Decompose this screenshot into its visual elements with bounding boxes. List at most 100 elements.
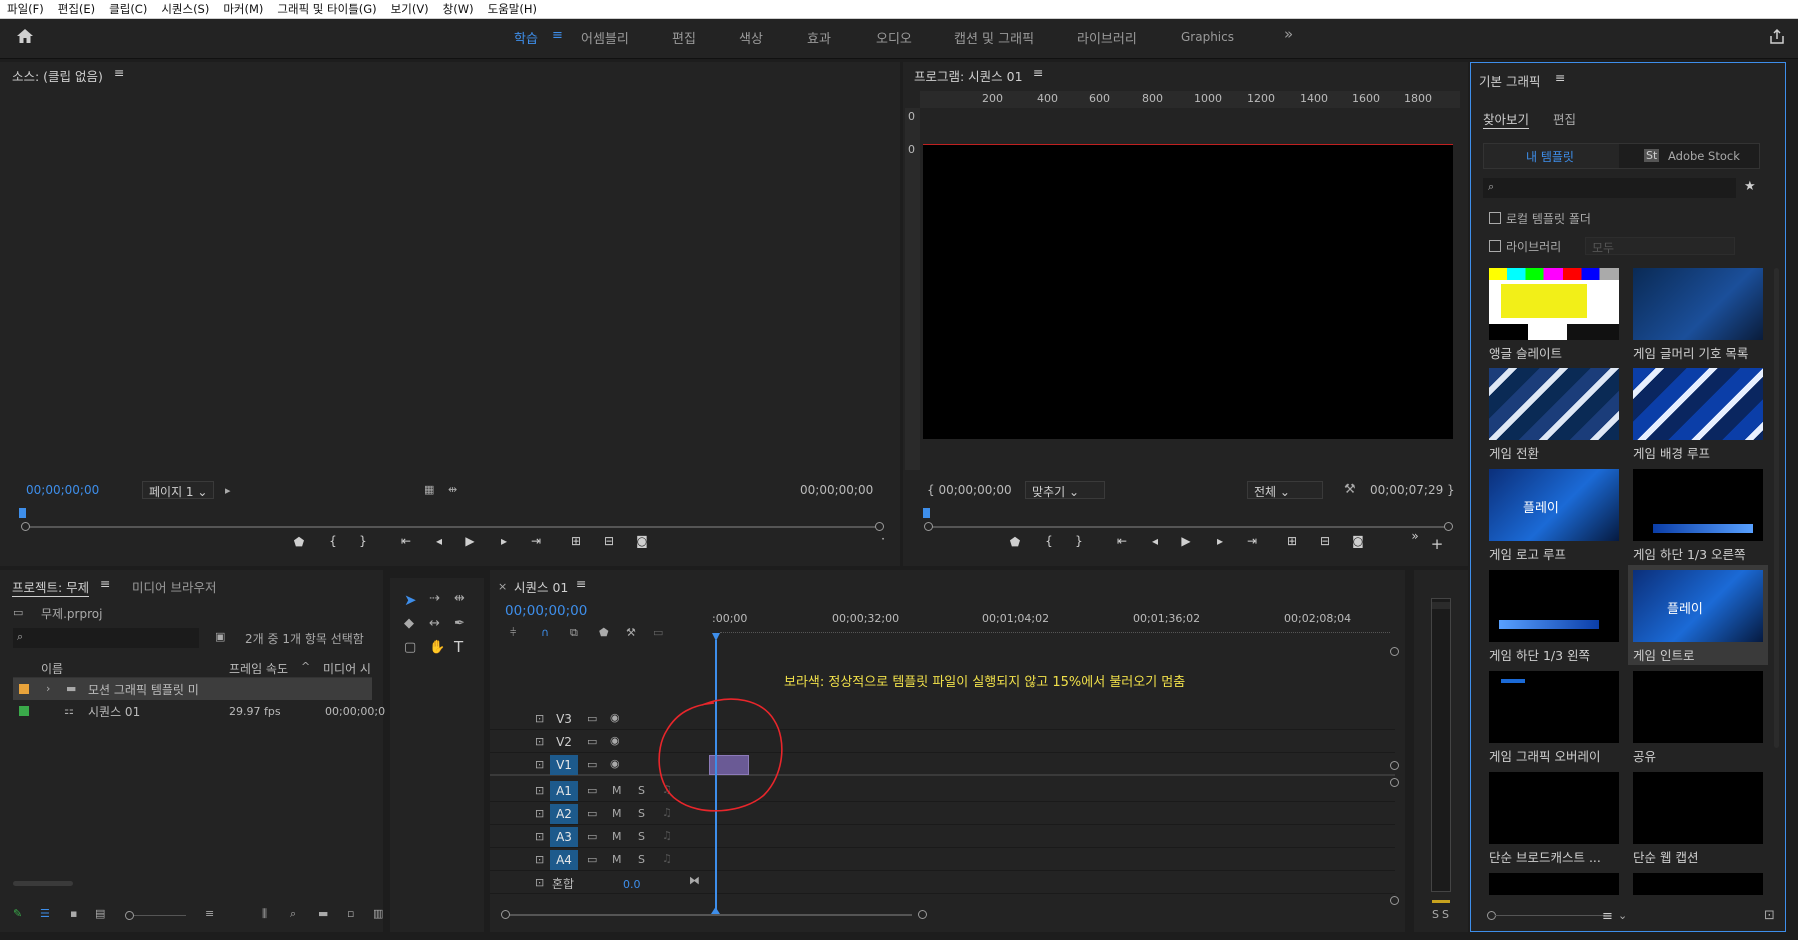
step-forward-icon[interactable]: ▸	[1211, 534, 1229, 548]
star-icon[interactable]: ★	[1744, 179, 1756, 194]
sync-lock-icon[interactable]: ▭	[587, 784, 597, 797]
add-button-icon[interactable]: +	[1428, 535, 1446, 553]
workspace-color[interactable]: 색상	[739, 28, 763, 47]
type-tool-icon[interactable]: T	[454, 638, 463, 656]
thumb-game-graphic-overlay[interactable]	[1489, 671, 1619, 743]
mute-button[interactable]: M	[612, 807, 622, 820]
workspace-effects[interactable]: 효과	[807, 28, 831, 47]
thumb-partial[interactable]	[1633, 873, 1763, 895]
icon-view-icon[interactable]: ▪	[70, 907, 77, 920]
timeline-scroll-start[interactable]	[501, 910, 510, 919]
sync-lock-icon[interactable]: ▭	[587, 758, 597, 771]
export-frame-icon[interactable]: ◙	[1349, 534, 1367, 548]
mark-in-icon[interactable]: {	[1040, 534, 1058, 548]
menu-marker[interactable]: 마커(M)	[216, 1, 270, 17]
menu-graphics[interactable]: 그래픽 및 타이틀(G)	[270, 1, 383, 17]
program-scrub-end-handle[interactable]	[1444, 522, 1453, 531]
timeline-scroll-end[interactable]	[918, 910, 927, 919]
thumb-game-transition[interactable]	[1489, 368, 1619, 440]
lock-icon[interactable]: ⊡	[535, 807, 544, 820]
column-fps[interactable]: 프레임 속도	[229, 660, 288, 677]
thumb-share[interactable]	[1633, 671, 1763, 743]
eye-icon[interactable]: ◉	[610, 711, 620, 724]
program-timecode[interactable]: { 00;00;00;00	[927, 483, 1012, 497]
list-view-icon[interactable]: ☰	[40, 907, 50, 920]
thumb-simple-broadcast[interactable]	[1489, 772, 1619, 844]
thumb-game-lower-third-right[interactable]	[1633, 469, 1763, 541]
new-item-icon[interactable]: ▫	[347, 907, 354, 920]
slip-tool-icon[interactable]: ↔	[429, 616, 440, 631]
home-icon[interactable]	[16, 28, 34, 44]
chevron-right-icon[interactable]: ›	[46, 682, 50, 695]
workspace-audio[interactable]: 오디오	[876, 28, 912, 47]
wrench-icon[interactable]: ⚒	[626, 626, 636, 639]
track-label-a2[interactable]: A2	[550, 804, 578, 824]
eye-icon[interactable]: ◉	[610, 757, 620, 770]
hand-tool-icon[interactable]: ✋	[429, 640, 445, 655]
eye-icon[interactable]: ◉	[610, 734, 620, 747]
my-templates-button[interactable]: 내 템플릿	[1484, 144, 1619, 168]
template-search-input[interactable]	[1483, 178, 1736, 198]
find-icon[interactable]: ⌕	[290, 907, 296, 921]
panel-menu-icon[interactable]: ≡	[1555, 70, 1565, 85]
workspace-captions[interactable]: 캡션 및 그래픽	[954, 28, 1034, 47]
linked-selection-icon[interactable]: ⧉	[570, 626, 578, 640]
track-label-v1[interactable]: V1	[550, 755, 578, 775]
settings-icon[interactable]: ▦	[424, 483, 434, 496]
thumb-angle-slate[interactable]	[1489, 268, 1619, 340]
vertical-scrollbar[interactable]	[1774, 268, 1779, 748]
workspace-graphics[interactable]: Graphics	[1181, 30, 1234, 44]
lock-icon[interactable]: ⊡	[535, 830, 544, 843]
panel-menu-icon[interactable]: ≡	[114, 65, 124, 80]
workspace-libraries[interactable]: 라이브러리	[1077, 28, 1137, 47]
sort-icon[interactable]: ≡	[1602, 909, 1613, 924]
go-to-in-icon[interactable]: ⇤	[1113, 534, 1131, 548]
program-fit-select[interactable]: 맞추기 ⌄	[1025, 481, 1105, 499]
insert-button-icon[interactable]: ⊞	[567, 534, 585, 548]
more-icon[interactable]: ·	[874, 532, 892, 546]
adobe-stock-button[interactable]: Adobe Stock	[1668, 149, 1740, 163]
menu-view[interactable]: 보기(V)	[384, 1, 436, 17]
column-media[interactable]: 미디어 시	[323, 660, 371, 677]
mic-icon[interactable]: ♫	[662, 829, 672, 842]
new-bin-icon[interactable]: ▬	[318, 907, 328, 920]
program-quality-select[interactable]: 전체 ⌄	[1247, 481, 1323, 499]
new-item-icon[interactable]: ⊡	[1764, 908, 1775, 923]
program-scrub-start-handle[interactable]	[924, 522, 933, 531]
play-icon[interactable]: ▶	[1177, 534, 1195, 548]
pencil-icon[interactable]: ✎	[13, 907, 22, 920]
chevron-down-icon[interactable]: ⌄	[1618, 909, 1627, 922]
share-icon[interactable]	[1769, 29, 1785, 45]
project-row-bin[interactable]: › ▬ 모션 그래픽 템플릿 미	[13, 678, 372, 700]
zoom-slider[interactable]	[130, 915, 186, 916]
scroll-handle[interactable]	[1390, 896, 1399, 905]
timeline-tab[interactable]: 시퀀스 01	[514, 577, 568, 596]
mark-out-icon[interactable]: }	[354, 534, 372, 548]
local-folder-checkbox[interactable]	[1489, 212, 1501, 224]
new-bin-from-search-icon[interactable]: ▣	[215, 630, 225, 643]
zoom-slider-handle[interactable]	[125, 911, 134, 920]
source-playhead[interactable]	[19, 508, 26, 518]
timeline-zoom-scrollbar[interactable]	[506, 914, 912, 916]
program-monitor-title[interactable]: 프로그램: 시퀀스 01	[914, 66, 1023, 85]
thumb-game-bullet-list[interactable]	[1633, 268, 1763, 340]
sync-lock-icon[interactable]: ▭	[587, 712, 597, 725]
thumb-partial[interactable]	[1489, 873, 1619, 895]
workspace-assembly[interactable]: 어셈블리	[581, 28, 629, 47]
trash-icon[interactable]: ▥	[373, 907, 383, 920]
track-label-a3[interactable]: A3	[550, 827, 578, 847]
freeform-view-icon[interactable]: ▤	[95, 907, 105, 920]
mute-button[interactable]: M	[612, 853, 622, 866]
snap-icon[interactable]: ∩	[541, 626, 549, 639]
selection-tool-icon[interactable]: ➤	[404, 591, 417, 609]
panel-menu-icon[interactable]: ≡	[100, 576, 110, 591]
thumb-game-lower-third-left[interactable]	[1489, 570, 1619, 642]
column-name[interactable]: 이름	[41, 660, 63, 677]
workspace-learn[interactable]: 학습	[514, 28, 538, 47]
rectangle-tool-icon[interactable]: ▢	[404, 640, 416, 655]
source-scrub-bar[interactable]	[26, 526, 880, 528]
go-to-out-icon[interactable]: ⇥	[1243, 534, 1261, 548]
track-label-a1[interactable]: A1	[550, 781, 578, 801]
timeline-timecode[interactable]: 00;00;00;00	[505, 603, 587, 619]
menu-file[interactable]: 파일(F)	[0, 1, 51, 17]
